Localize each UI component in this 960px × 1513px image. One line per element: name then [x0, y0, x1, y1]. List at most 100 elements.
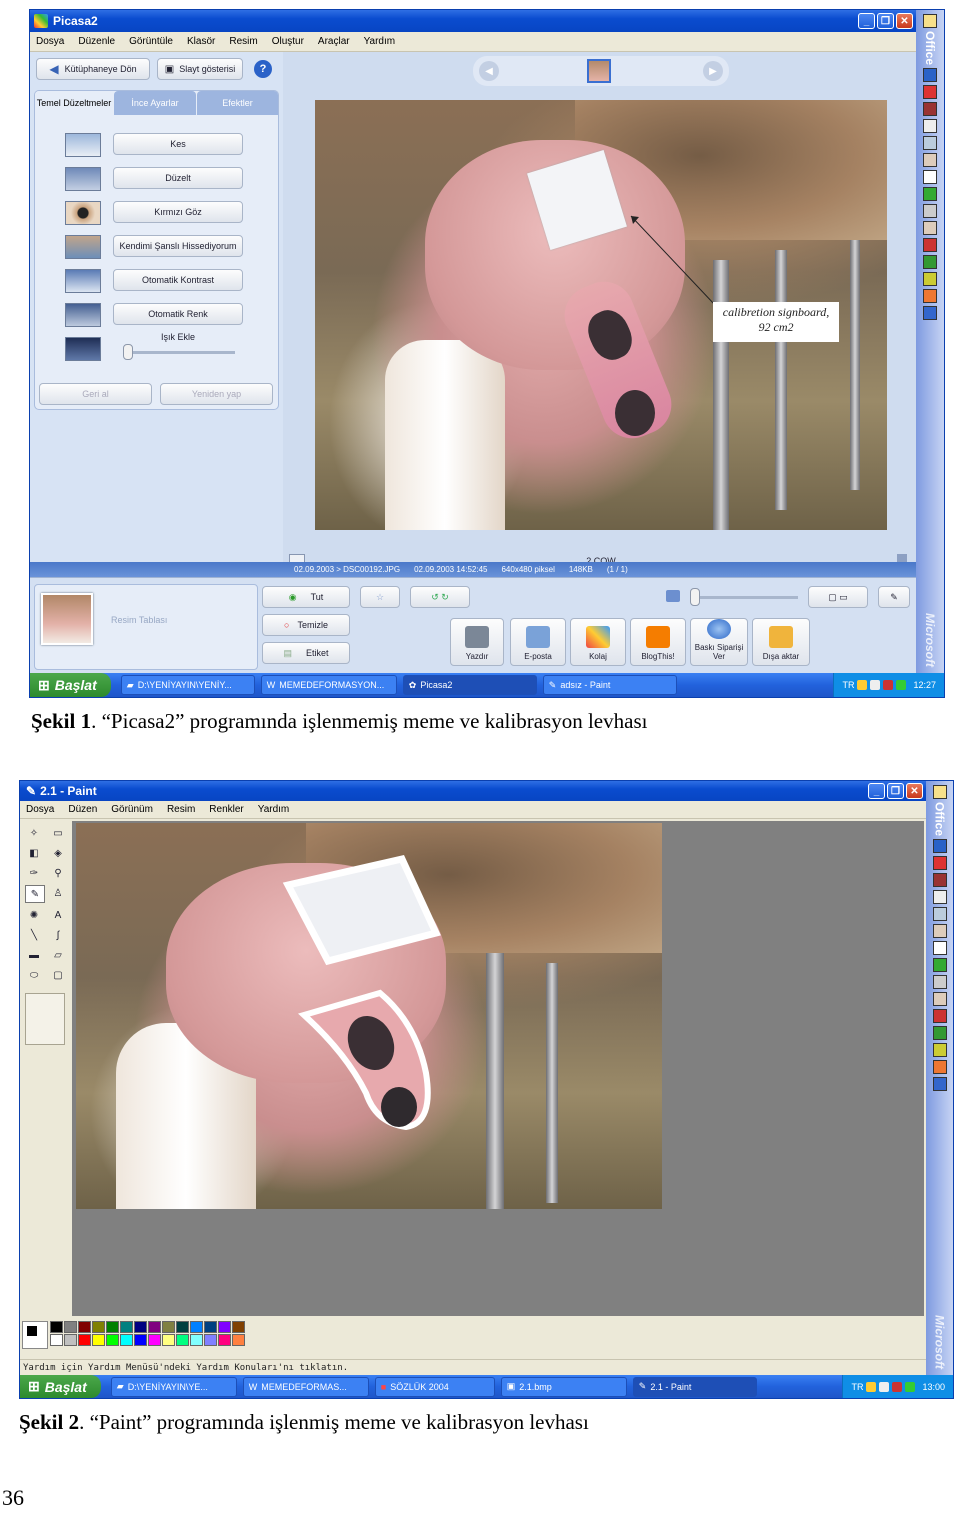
rounded-rectangle-tool-icon[interactable]: ▢	[49, 967, 67, 983]
start-button[interactable]: ⊞ Başlat	[30, 673, 111, 697]
color-swatch[interactable]	[50, 1334, 63, 1346]
picasa-menu-item[interactable]: Düzenle	[78, 36, 115, 47]
language-indicator[interactable]: TR	[851, 1382, 863, 1392]
color-swatch[interactable]	[50, 1321, 63, 1333]
straighten-button[interactable]: Düzelt	[113, 167, 243, 189]
picasa-menu-item[interactable]: Klasör	[187, 36, 215, 47]
print-button[interactable]: Yazdır	[450, 618, 504, 666]
rotate-left-button[interactable]: ↺ ↻	[410, 586, 470, 608]
office-app-icon[interactable]	[932, 1060, 947, 1075]
color-swatch[interactable]	[120, 1334, 133, 1346]
color-swatch[interactable]	[232, 1321, 245, 1333]
office-app-icon[interactable]	[923, 68, 937, 83]
select-tool-icon[interactable]: ▭	[49, 825, 67, 841]
start-button[interactable]: ⊞ Başlat	[20, 1375, 101, 1398]
line-tool-icon[interactable]: ╲	[25, 927, 43, 943]
paint-menu-item[interactable]: Renkler	[209, 804, 243, 815]
airbrush-tool-icon[interactable]: ✺	[25, 907, 43, 923]
tab-tuning[interactable]: İnce Ayarlar	[114, 91, 196, 115]
taskbar-item-explorer[interactable]: ▰ D:\YENİYAYIN\YENİY...	[120, 675, 255, 695]
tag-button[interactable]: ▤ Etiket	[262, 642, 350, 664]
paint-menu-item[interactable]: Düzen	[68, 804, 97, 815]
office-app-icon[interactable]	[932, 1009, 947, 1024]
office-app-icon[interactable]	[923, 119, 937, 134]
color-picker-tool-icon[interactable]: ✑	[25, 865, 43, 881]
redeye-button[interactable]: Kırmızı Göz	[113, 201, 243, 223]
color-swatch[interactable]	[162, 1334, 175, 1346]
office-app-icon[interactable]	[932, 975, 947, 990]
office-app-icon[interactable]	[932, 958, 947, 973]
paint-menu-item[interactable]: Dosya	[26, 804, 54, 815]
color-swatch[interactable]	[176, 1334, 189, 1346]
tab-basic-fixes[interactable]: Temel Düzeltmeler	[35, 91, 113, 115]
office-app-icon[interactable]	[923, 238, 937, 253]
taskbar-item-word[interactable]: W MEMEDEFORMAS...	[242, 1376, 369, 1397]
fit-view-button[interactable]: ▢ ▭	[808, 586, 868, 608]
office-app-icon[interactable]	[932, 890, 947, 905]
color-swatch[interactable]	[176, 1321, 189, 1333]
picasa-menu-item[interactable]: Araçlar	[318, 36, 350, 47]
ellipse-tool-icon[interactable]: ⬭	[25, 967, 43, 983]
minimize-button[interactable]: _	[868, 783, 885, 799]
color-swatch[interactable]	[148, 1321, 161, 1333]
minimize-button[interactable]: _	[858, 13, 875, 29]
color-swatch[interactable]	[78, 1321, 91, 1333]
zoom-slider[interactable]	[690, 596, 798, 599]
tray-icon[interactable]	[857, 680, 868, 690]
blogthis-button[interactable]: BlogThis!	[630, 618, 686, 666]
office-app-icon[interactable]	[932, 873, 947, 888]
color-swatch[interactable]	[106, 1334, 119, 1346]
office-app-icon[interactable]	[923, 272, 937, 287]
color-swatch[interactable]	[64, 1334, 77, 1346]
email-button[interactable]: E-posta	[510, 618, 566, 666]
picasa-menu-item[interactable]: Yardım	[364, 36, 396, 47]
tray-thumbnail[interactable]	[41, 593, 93, 645]
auto-contrast-button[interactable]: Otomatik Kontrast	[113, 269, 243, 291]
undo-button[interactable]: Geri al	[39, 383, 152, 405]
maximize-button[interactable]: ❐	[887, 783, 904, 799]
office-folder-icon[interactable]	[932, 785, 947, 799]
taskbar-item-picasa[interactable]: ✿ Picasa2	[402, 675, 537, 695]
current-colors[interactable]	[22, 1321, 48, 1349]
office-app-icon[interactable]	[923, 306, 937, 321]
tab-effects[interactable]: Efektler	[197, 91, 278, 115]
tray-icon[interactable]	[905, 1381, 916, 1392]
close-button[interactable]: ✕	[896, 13, 913, 29]
color-swatch[interactable]	[204, 1321, 217, 1333]
maximize-button[interactable]: ❐	[877, 13, 894, 29]
back-to-library-button[interactable]: ◀ Kütüphaneye Dön	[36, 58, 150, 80]
order-prints-button[interactable]: Baskı Siparişi Ver	[690, 618, 748, 666]
color-swatch[interactable]	[64, 1321, 77, 1333]
taskbar-item-bmp[interactable]: ▣ 2.1.bmp	[500, 1376, 627, 1397]
office-app-icon[interactable]	[932, 1043, 947, 1058]
language-indicator[interactable]: TR	[842, 680, 854, 690]
help-icon[interactable]: ?	[254, 60, 272, 78]
picasa-menu-item[interactable]: Dosya	[36, 36, 64, 47]
next-image-icon[interactable]: ▶	[703, 61, 723, 81]
office-app-icon[interactable]	[923, 187, 937, 202]
export-button[interactable]: Dışa aktar	[752, 618, 810, 666]
color-swatch[interactable]	[218, 1321, 231, 1333]
office-app-icon[interactable]	[932, 839, 947, 854]
slideshow-button[interactable]: ▣ Slayt gösterisi	[157, 58, 243, 80]
collage-button[interactable]: Kolaj	[570, 618, 626, 666]
hold-button[interactable]: ◉ Tut	[262, 586, 350, 608]
office-app-icon[interactable]	[932, 1026, 947, 1041]
tray-icon[interactable]	[866, 1381, 877, 1392]
paint-menu-item[interactable]: Yardım	[258, 804, 290, 815]
taskbar-item-paint[interactable]: ✎ adsız - Paint	[542, 675, 677, 695]
zoom-slider-thumb[interactable]	[690, 588, 700, 606]
color-swatch[interactable]	[190, 1321, 203, 1333]
office-app-icon[interactable]	[923, 289, 937, 304]
office-app-icon[interactable]	[932, 856, 947, 871]
taskbar-item-paint[interactable]: ✎ 2.1 - Paint	[632, 1376, 757, 1397]
text-tool-icon[interactable]: A	[49, 907, 67, 923]
color-swatch[interactable]	[120, 1321, 133, 1333]
auto-color-button[interactable]: Otomatik Renk	[113, 303, 243, 325]
office-app-icon[interactable]	[932, 924, 947, 939]
office-app-icon[interactable]	[923, 255, 937, 270]
tray-icon[interactable]	[896, 680, 907, 690]
office-app-icon[interactable]	[923, 170, 937, 185]
office-app-icon[interactable]	[923, 102, 937, 117]
taskbar-item-explorer[interactable]: ▰ D:\YENİYAYIN\YE...	[110, 1376, 237, 1397]
